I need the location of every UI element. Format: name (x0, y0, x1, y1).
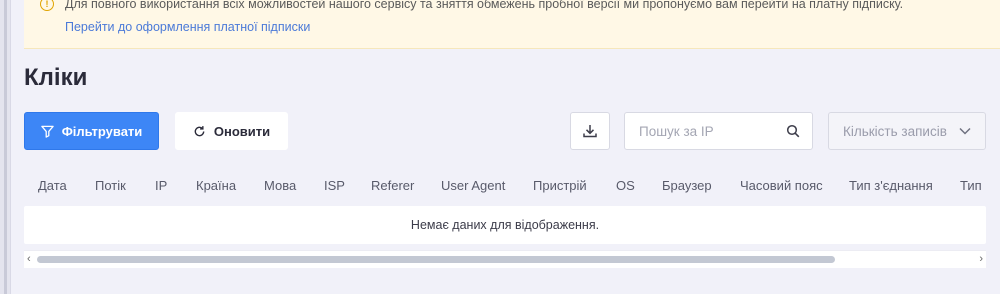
download-icon (583, 125, 597, 138)
column-type-truncated[interactable]: Тип (960, 178, 982, 193)
search-icon[interactable] (786, 124, 800, 138)
column-connection-type[interactable]: Тип з'єднання (849, 178, 933, 193)
column-flow[interactable]: Потік (95, 178, 126, 193)
left-sidebar-edge (0, 0, 11, 294)
column-isp[interactable]: ISP (324, 178, 345, 193)
refresh-button-label: Оновити (213, 123, 271, 139)
records-count-label: Кількість записів (843, 124, 947, 139)
column-referer[interactable]: Referer (371, 178, 414, 193)
ip-search-input[interactable] (625, 113, 775, 149)
trial-notice-message: Для повного використання всіх можливосте… (65, 0, 904, 11)
column-device[interactable]: Пристрій (533, 178, 587, 193)
warning-icon: ! (40, 0, 54, 11)
column-timezone[interactable]: Часовий пояс (740, 178, 823, 193)
refresh-button[interactable]: Оновити (175, 112, 288, 150)
filter-icon (40, 125, 54, 138)
download-button[interactable] (570, 112, 610, 150)
column-ip[interactable]: IP (155, 178, 167, 193)
refresh-icon (194, 125, 205, 136)
column-os[interactable]: OS (616, 178, 635, 193)
horizontal-scrollbar[interactable]: ‹ › (24, 250, 986, 268)
table-header: Дата Потік IP Країна Мова ISP Referer Us… (24, 172, 1000, 200)
scroll-right-icon[interactable]: › (979, 252, 983, 266)
trial-notice-banner: ! Для повного використання всіх можливос… (24, 0, 1000, 49)
subscription-link[interactable]: Перейти до оформлення платної підписки (65, 20, 310, 34)
column-browser[interactable]: Браузер (662, 178, 712, 193)
sidebar-scrollbar[interactable] (4, 0, 7, 294)
records-count-select[interactable]: Кількість записів (828, 112, 986, 150)
page-title: Кліки (24, 64, 88, 91)
column-language[interactable]: Мова (264, 178, 296, 193)
table-body: Немає даних для відображення. (24, 206, 986, 244)
filter-button-label: Фільтрувати (61, 123, 143, 139)
empty-table-message: Немає даних для відображення. (410, 218, 600, 232)
column-date[interactable]: Дата (38, 178, 67, 193)
column-user-agent[interactable]: User Agent (441, 178, 505, 193)
filter-button[interactable]: Фільтрувати (24, 112, 159, 150)
column-country[interactable]: Країна (196, 178, 236, 193)
scroll-left-icon[interactable]: ‹ (27, 252, 31, 266)
ip-search-box (624, 112, 813, 150)
chevron-down-icon (959, 127, 971, 135)
scrollbar-thumb[interactable] (37, 256, 835, 263)
